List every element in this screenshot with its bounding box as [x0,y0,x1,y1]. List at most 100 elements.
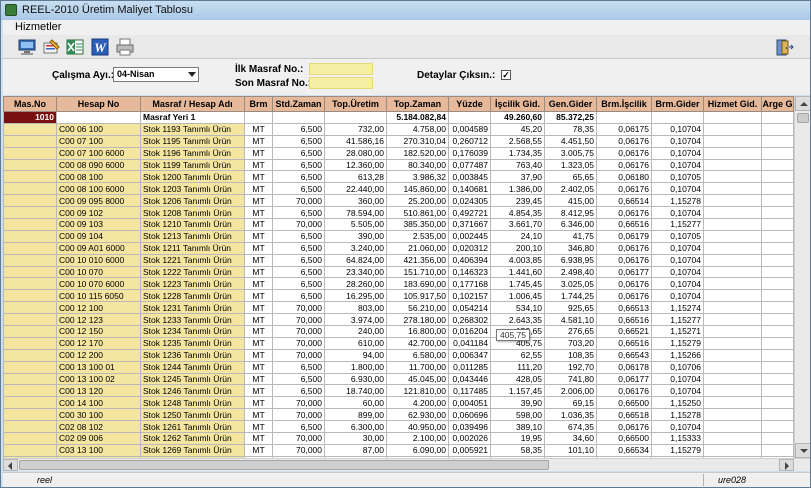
general-cost-cell[interactable]: 78,35 [544,122,597,136]
rnd-cost-cell[interactable] [761,420,794,434]
rnd-cost-cell[interactable] [761,313,794,327]
service-cost-cell[interactable] [703,229,762,243]
percent-cell[interactable]: 0,268302 [448,313,491,327]
mas-no-cell[interactable] [3,432,57,445]
std-time-cell[interactable]: 6,500 [272,170,325,184]
general-cost-cell[interactable]: 41,75 [544,229,597,243]
table-row[interactable]: C00 12 150 Stok 1234 Tanımlı Ürün MT 70,000… [3,325,794,338]
unit-cost-cell[interactable]: 0,10704 [651,206,704,220]
summary-name[interactable]: Masraf Yeri 1 [140,111,245,124]
unit-cell[interactable]: MT [244,206,273,220]
service-cost-cell[interactable] [703,289,762,303]
total-time-cell[interactable]: 80.340,00 [386,158,449,172]
std-time-cell[interactable]: 6,500 [272,122,325,136]
unit-cost-cell[interactable]: 1,15266 [651,348,704,362]
total-time-cell[interactable]: 4.758,00 [386,122,449,136]
unit-cell[interactable]: MT [244,122,273,136]
service-cost-cell[interactable] [703,241,762,255]
total-time-cell[interactable]: 62.930,00 [386,408,449,422]
unit-labor-cell[interactable]: 0,06177 [596,372,652,386]
unit-labor-cell[interactable]: 0,66516 [596,313,652,327]
table-row[interactable]: C00 07 100 Stok 1195 Tanımlı Ürün MT 6,500 4… [3,134,794,148]
account-name-cell[interactable]: Stok 1228 Tanımlı Ürün [140,289,245,303]
excel-icon[interactable] [65,37,85,57]
hesap-no-cell[interactable]: C00 08 100 [56,170,141,184]
total-production-cell[interactable]: 360,00 [324,194,387,208]
percent-cell[interactable]: 0,002445 [448,229,491,243]
unit-labor-cell[interactable]: 0,06176 [596,158,652,172]
unit-labor-cell[interactable]: 0,66500 [596,396,652,410]
total-production-cell[interactable]: 390,00 [324,229,387,243]
percent-cell[interactable]: 0,146323 [448,265,491,279]
unit-cost-cell[interactable]: 1,15278 [651,408,704,422]
table-row[interactable]: C00 14 100 Stok 1248 Tanımlı Ürün MT 70,000… [3,396,794,410]
total-time-cell[interactable]: 11.700,00 [386,360,449,374]
total-production-cell[interactable]: 899,00 [324,408,387,422]
rnd-cost-cell[interactable] [761,289,794,303]
column-header[interactable]: İşcilik Gid. [490,96,545,112]
table-row[interactable]: C00 10 070 6000 Stok 1223 Tanımlı Ürün MT 6… [3,277,794,291]
total-time-cell[interactable]: 45.045,00 [386,372,449,386]
unit-cost-cell[interactable]: 0,10704 [651,372,704,386]
unit-cell[interactable]: MT [244,265,273,279]
column-header[interactable]: Brm.İşcilik [596,96,652,112]
service-cost-cell[interactable] [703,182,762,196]
unit-labor-cell[interactable]: 0,06176 [596,384,652,398]
unit-labor-cell[interactable]: 0,66500 [596,432,652,445]
std-time-cell[interactable]: 6,500 [272,360,325,374]
std-time-cell[interactable]: 70,000 [272,301,325,315]
unit-labor-cell[interactable]: 0,06176 [596,206,652,220]
percent-cell[interactable]: 0,043446 [448,372,491,386]
general-cost-cell[interactable]: 674,35 [544,420,597,434]
std-time-cell[interactable]: 6,500 [272,229,325,243]
summary-cell[interactable] [596,111,652,124]
summary-cell[interactable] [651,111,704,124]
total-time-cell[interactable]: 421.356,00 [386,253,449,267]
account-name-cell[interactable]: Stok 1206 Tanımlı Ürün [140,194,245,208]
general-cost-cell[interactable]: 69,15 [544,396,597,410]
percent-cell[interactable]: 0,260712 [448,134,491,148]
total-time-cell[interactable]: 278.180,00 [386,313,449,327]
unit-labor-cell[interactable]: 0,66514 [596,194,652,208]
last-cost-center-field[interactable] [309,77,373,89]
std-time-cell[interactable]: 70,000 [272,325,325,338]
period-select[interactable]: 04-Nisan [113,67,199,82]
unit-cell[interactable]: MT [244,134,273,148]
account-name-cell[interactable]: Stok 1269 Tanımlı Ürün [140,443,245,457]
hesap-no-cell[interactable]: C00 09 102 [56,206,141,220]
percent-cell[interactable]: 0,176039 [448,146,491,160]
labor-cost-cell[interactable]: 58,35 [490,443,545,457]
std-time-cell[interactable]: 70,000 [272,218,325,231]
hesap-no-cell[interactable]: C00 12 100 [56,301,141,315]
account-name-cell[interactable]: Stok 1231 Tanımlı Ürün [140,301,245,315]
service-cost-cell[interactable] [703,325,762,338]
percent-cell[interactable]: 0,041184 [448,336,491,350]
service-cost-cell[interactable] [703,194,762,208]
labor-cost-cell[interactable]: 19,95 [490,432,545,445]
total-time-cell[interactable]: 3.986,32 [386,170,449,184]
table-row[interactable]: C00 07 100 6000 Stok 1196 Tanımlı Ürün MT 6… [3,146,794,160]
total-production-cell[interactable]: 3.974,00 [324,313,387,327]
service-cost-cell[interactable] [703,443,762,457]
total-time-cell[interactable]: 145.860,00 [386,182,449,196]
general-cost-cell[interactable]: 101,10 [544,443,597,457]
hesap-no-cell[interactable]: C00 08 090 6000 [56,158,141,172]
total-time-cell[interactable]: 510.861,00 [386,206,449,220]
summary-iscilik[interactable]: 49.260,60 [490,111,545,124]
hesap-no-cell[interactable]: C00 14 100 [56,396,141,410]
table-row[interactable]: C00 08 090 6000 Stok 1199 Tanımlı Ürün MT 6… [3,158,794,172]
unit-cell[interactable]: MT [244,182,273,196]
account-name-cell[interactable]: Stok 1193 Tanımlı Ürün [140,122,245,136]
service-cost-cell[interactable] [703,122,762,136]
unit-labor-cell[interactable]: 0,06178 [596,360,652,374]
general-cost-cell[interactable]: 6.938,95 [544,253,597,267]
table-row[interactable]: C00 12 170 Stok 1235 Tanımlı Ürün MT 70,000… [3,336,794,350]
account-name-cell[interactable]: Stok 1234 Tanımlı Ürün [140,325,245,338]
total-production-cell[interactable]: 30,00 [324,432,387,445]
total-production-cell[interactable]: 5.505,00 [324,218,387,231]
account-name-cell[interactable]: Stok 1199 Tanımlı Ürün [140,158,245,172]
unit-cost-cell[interactable]: 0,10704 [651,182,704,196]
account-name-cell[interactable]: Stok 1208 Tanımlı Ürün [140,206,245,220]
unit-cost-cell[interactable]: 0,10704 [651,122,704,136]
account-name-cell[interactable]: Stok 1200 Tanımlı Ürün [140,170,245,184]
